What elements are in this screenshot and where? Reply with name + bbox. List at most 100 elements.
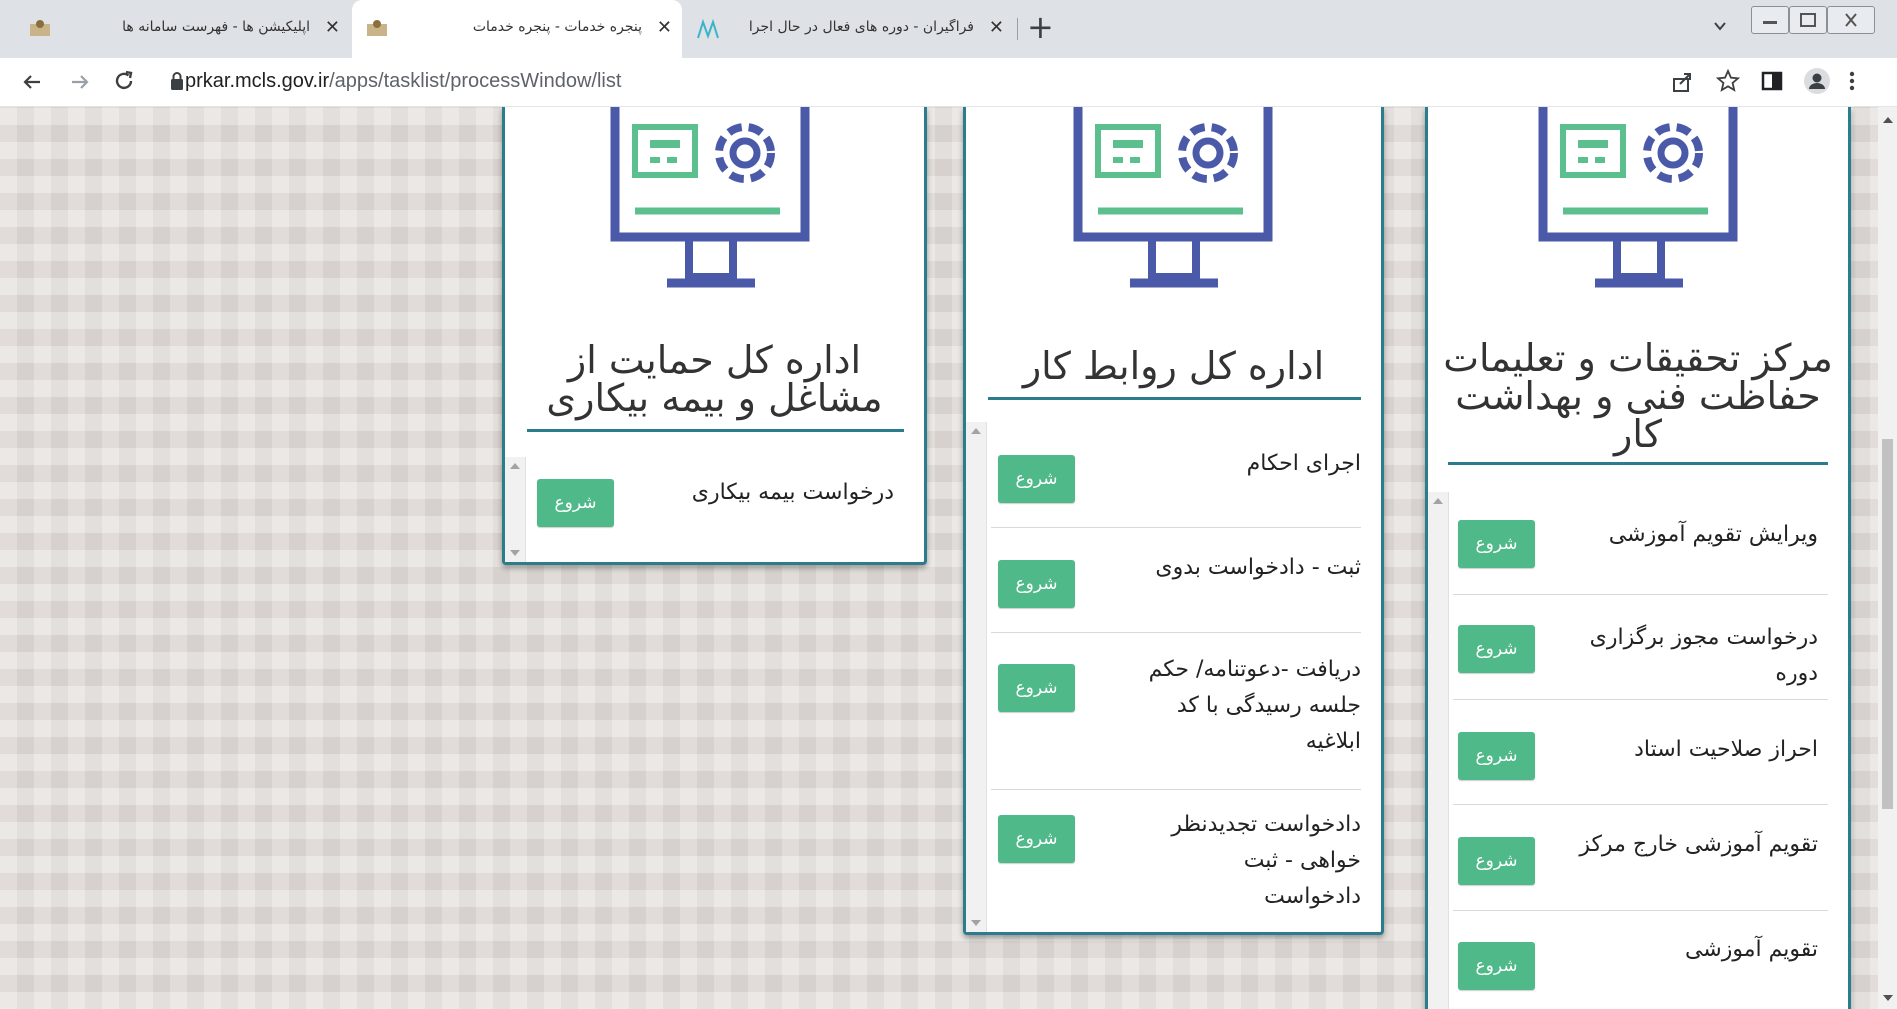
start-button[interactable]: شروع (1458, 732, 1535, 780)
tab-favicon-icon (366, 18, 388, 38)
forward-arrow-icon[interactable] (68, 70, 92, 98)
service-card-labor-relations: اداره کل روابط کار اجرای احکام شروع ثبت … (963, 107, 1384, 935)
start-button[interactable]: شروع (1458, 625, 1535, 673)
card-divider (988, 397, 1361, 400)
item-label: خواهی - ثبت (1243, 848, 1361, 873)
scroll-down-icon[interactable] (510, 550, 520, 556)
item-separator (1453, 699, 1828, 700)
side-panel-icon[interactable] (1761, 71, 1783, 95)
address-bar-url[interactable]: prkar.mcls.gov.ir/apps/tasklist/processW… (185, 70, 621, 93)
item-label: تقویم آموزشی خارج مرکز (1579, 832, 1818, 857)
scroll-down-icon[interactable] (971, 920, 981, 926)
tab-title: فراگیران - دوره های فعال در حال اجرا (748, 19, 974, 35)
card-item-list: درخواست بیمه بیکاری شروع (505, 457, 924, 562)
scroll-up-icon[interactable] (971, 428, 981, 434)
item-label: احراز صلاحیت استاد (1634, 737, 1818, 762)
computer-gear-icon (1533, 107, 1743, 311)
item-separator (991, 527, 1361, 528)
item-label: اجرای احکام (1246, 451, 1361, 476)
service-card-unemployment-insurance: اداره کل حمایت از مشاغل و بیمه بیکاری در… (502, 107, 927, 565)
scroll-down-icon[interactable] (1883, 995, 1893, 1001)
browser-menu-icon[interactable] (1849, 70, 1855, 96)
list-item: ویرایش تقویم آموزشی (1609, 517, 1818, 553)
url-host: prkar.mcls.gov.ir (185, 70, 330, 92)
browser-tab-strip: اپلیکیشن ها - فهرست سامانه ها ✕ پنجره خد… (0, 0, 1897, 58)
card-title-line: کار (1613, 412, 1663, 456)
item-label: جلسه رسیدگی با کد (1176, 693, 1361, 718)
maximize-button[interactable] (1789, 6, 1827, 34)
card-title: اداره کل حمایت از مشاغل و بیمه بیکاری (505, 341, 924, 417)
item-separator (1453, 804, 1828, 805)
reload-icon[interactable] (112, 69, 136, 97)
item-separator (991, 789, 1361, 790)
list-item: تقویم آموزشی خارج مرکز (1579, 827, 1818, 863)
card-title-line: اداره کل حمایت از (567, 338, 862, 382)
bookmark-star-icon[interactable] (1715, 68, 1741, 97)
list-item: درخواست مجوز برگزاری دوره (1590, 620, 1818, 692)
start-button[interactable]: شروع (998, 560, 1075, 608)
card-item-list: اجرای احکام شروع ثبت - دادخواست بدوی شرو… (966, 422, 1381, 932)
page-content: مرکز تحقیقات و تعلیمات حفاظت فنی و بهداش… (0, 107, 1878, 1009)
item-label: ابلاغیه (1305, 729, 1361, 754)
minimize-button[interactable] (1751, 6, 1789, 34)
scroll-up-icon[interactable] (510, 463, 520, 469)
computer-gear-icon (1068, 107, 1278, 311)
item-separator (1453, 910, 1828, 911)
start-button[interactable]: شروع (1458, 837, 1535, 885)
tab-close-icon[interactable]: ✕ (325, 17, 340, 38)
tab-close-icon[interactable]: ✕ (989, 17, 1004, 38)
item-label: ثبت - دادخواست بدوی (1155, 555, 1361, 580)
page-scrollbar[interactable] (1878, 107, 1897, 1009)
start-button[interactable]: شروع (1458, 942, 1535, 990)
scroll-up-icon[interactable] (1433, 498, 1443, 504)
start-button[interactable]: شروع (537, 479, 614, 527)
start-button[interactable]: شروع (998, 455, 1075, 503)
lock-icon[interactable] (170, 71, 184, 95)
tab-title: اپلیکیشن ها - فهرست سامانه ها (122, 19, 310, 35)
card-title-line: مرکز تحقیقات و تعلیمات (1443, 336, 1833, 380)
card-divider (1448, 462, 1828, 465)
card-item-list: ویرایش تقویم آموزشی شروع درخواست مجوز بر… (1428, 492, 1848, 1009)
list-item: دادخواست تجدیدنظر خواهی - ثبت دادخواست (1171, 807, 1361, 915)
new-tab-button[interactable]: + (1027, 8, 1054, 46)
tab-close-icon[interactable]: ✕ (657, 17, 672, 38)
url-path: /apps/tasklist/processWindow/list (329, 70, 622, 92)
scrollbar-thumb[interactable] (1882, 439, 1893, 809)
profile-avatar-icon[interactable] (1803, 67, 1831, 99)
item-label: ویرایش تقویم آموزشی (1608, 522, 1818, 547)
list-item: اجرای احکام (1247, 446, 1361, 482)
start-button[interactable]: شروع (998, 664, 1075, 712)
list-scrollbar[interactable] (505, 457, 526, 562)
computer-gear-icon (605, 107, 815, 311)
item-label: تقویم آموزشی (1684, 937, 1818, 962)
list-scrollbar[interactable] (1428, 492, 1449, 1009)
tab-applications[interactable]: اپلیکیشن ها - فهرست سامانه ها ✕ (15, 0, 350, 58)
start-button[interactable]: شروع (998, 815, 1075, 863)
card-divider (527, 429, 904, 432)
service-card-research-center: مرکز تحقیقات و تعلیمات حفاظت فنی و بهداش… (1425, 107, 1851, 1009)
back-arrow-icon[interactable] (20, 70, 44, 98)
tab-service-window[interactable]: پنجره خدمات - پنجره خدمات ✕ (352, 0, 682, 58)
list-item: تقویم آموزشی (1685, 932, 1818, 968)
close-window-button[interactable] (1827, 6, 1875, 34)
item-label: دادخواست (1264, 884, 1361, 909)
restore-icon (1800, 13, 1816, 27)
tab-favicon-icon (29, 18, 51, 38)
close-icon (1845, 13, 1857, 27)
tab-search-chevron-icon[interactable] (1712, 18, 1728, 38)
tab-title: پنجره خدمات - پنجره خدمات (472, 19, 642, 35)
list-item: ثبت - دادخواست بدوی (1155, 550, 1361, 586)
card-title: مرکز تحقیقات و تعلیمات حفاظت فنی و بهداش… (1428, 339, 1848, 453)
minimize-icon (1763, 21, 1777, 24)
item-label: دریافت -دعوتنامه/ حکم (1148, 657, 1361, 682)
card-title: اداره کل روابط کار (966, 347, 1381, 385)
start-button[interactable]: شروع (1458, 520, 1535, 568)
tab-learners[interactable]: فراگیران - دوره های فعال در حال اجرا ✕ (684, 0, 1014, 58)
list-scrollbar[interactable] (966, 422, 987, 932)
scroll-up-icon[interactable] (1883, 117, 1893, 123)
list-item: دریافت -دعوتنامه/ حکم جلسه رسیدگی با کد … (1149, 652, 1361, 760)
item-label: دادخواست تجدیدنظر (1171, 812, 1361, 837)
share-icon[interactable] (1670, 70, 1694, 98)
list-item: درخواست بیمه بیکاری (692, 475, 894, 511)
item-label: دوره (1775, 661, 1818, 686)
